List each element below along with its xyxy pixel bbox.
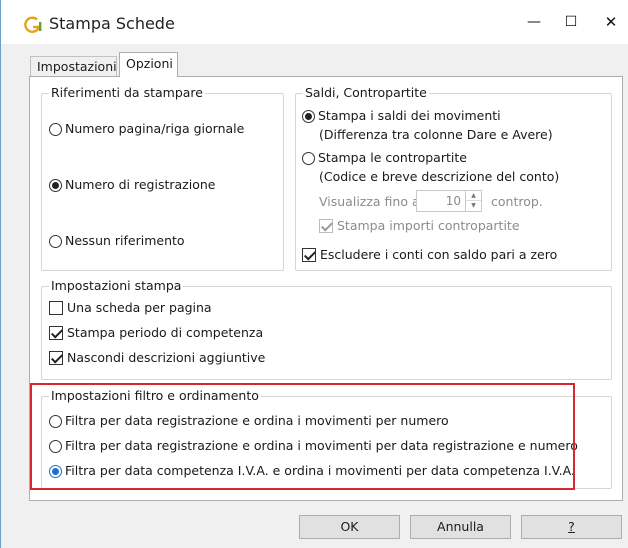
tab-impostazioni[interactable]: Impostazioni: [30, 56, 117, 77]
group-title-saldi: Saldi, Contropartite: [303, 85, 429, 101]
window-title: Stampa Schede: [49, 14, 175, 33]
checkbox-escludere[interactable]: Escludere i conti con saldo pari a zero: [302, 247, 557, 263]
stepper-down-icon[interactable]: ▼: [466, 201, 481, 211]
radio-button[interactable]: [49, 122, 62, 136]
checkbox-label: Una scheda per pagina: [67, 300, 212, 315]
visualizza-stepper[interactable]: 10 ▲ ▼: [416, 190, 482, 212]
radio-numero-registrazione[interactable]: Numero di registrazione: [49, 177, 215, 193]
checkbox-label: Escludere i conti con saldo pari a zero: [320, 247, 558, 262]
stepper-buttons: ▲ ▼: [465, 191, 481, 211]
dialog-window: Stampa Schede — ☐ ✕ Impostazioni Opzioni…: [0, 0, 628, 548]
checkbox[interactable]: [319, 219, 333, 233]
checkbox-una-scheda[interactable]: Una scheda per pagina: [49, 300, 212, 316]
g-logo-icon: [24, 16, 42, 33]
minimize-button[interactable]: —: [519, 10, 549, 34]
radio-stampa-contropartite[interactable]: Stampa le contropartite: [302, 150, 467, 166]
group-title-impostazioni-stampa: Impostazioni stampa: [49, 278, 184, 294]
radio-label: Stampa le contropartite: [318, 150, 467, 165]
stepper-value: 10: [445, 194, 461, 208]
visualizza-label: Visualizza fino a: [319, 194, 420, 209]
radio-stampa-saldi[interactable]: Stampa i saldi dei movimenti: [302, 108, 501, 124]
contropartite-description: (Codice e breve descrizione del conto): [319, 169, 560, 184]
checkbox[interactable]: [302, 248, 316, 262]
checkbox-label: Nascondi descrizioni aggiuntive: [67, 350, 266, 365]
checkbox-stampa-importi[interactable]: Stampa importi contropartite: [319, 218, 520, 234]
group-riferimenti: Riferimenti da stampare Numero pagina/ri…: [41, 85, 284, 271]
radio-label: Numero pagina/riga giornale: [65, 121, 245, 136]
group-saldi: Saldi, Contropartite Stampa i saldi dei …: [295, 85, 612, 271]
saldi-description: (Differenza tra colonne Dare e Avere): [319, 127, 553, 142]
radio-nessun-riferimento[interactable]: Nessun riferimento: [49, 233, 185, 249]
radio-numero-pagina[interactable]: Numero pagina/riga giornale: [49, 121, 244, 137]
group-title-riferimenti: Riferimenti da stampare: [49, 85, 205, 101]
radio-button[interactable]: [302, 109, 315, 123]
maximize-button[interactable]: ☐: [556, 10, 586, 34]
radio-label: Numero di registrazione: [65, 177, 216, 192]
radio-label: Stampa i saldi dei movimenti: [318, 108, 501, 123]
checkbox-label: Stampa periodo di competenza: [67, 325, 264, 340]
tab-opzioni[interactable]: Opzioni: [119, 52, 178, 77]
checkbox-periodo-competenza[interactable]: Stampa periodo di competenza: [49, 325, 263, 341]
checkbox-label: Stampa importi contropartite: [337, 218, 520, 233]
checkbox[interactable]: [49, 326, 63, 340]
radio-label: Nessun riferimento: [65, 233, 185, 248]
help-button[interactable]: ?: [521, 515, 622, 539]
checkbox[interactable]: [49, 351, 63, 365]
radio-button[interactable]: [49, 178, 62, 192]
group-impostazioni-stampa: Impostazioni stampa Una scheda per pagin…: [41, 278, 612, 380]
ok-button[interactable]: OK: [299, 515, 400, 539]
highlight-box: [30, 383, 575, 490]
radio-button[interactable]: [302, 151, 315, 165]
annulla-button[interactable]: Annulla: [410, 515, 511, 539]
help-label: ?: [568, 519, 575, 534]
checkbox-nascondi-descrizioni[interactable]: Nascondi descrizioni aggiuntive: [49, 350, 265, 366]
visualizza-suffix: controp.: [491, 194, 543, 209]
stepper-up-icon[interactable]: ▲: [466, 191, 481, 201]
title-bar[interactable]: Stampa Schede — ☐ ✕: [1, 0, 628, 44]
checkbox[interactable]: [49, 301, 63, 315]
close-button[interactable]: ✕: [596, 10, 626, 34]
radio-button[interactable]: [49, 234, 62, 248]
